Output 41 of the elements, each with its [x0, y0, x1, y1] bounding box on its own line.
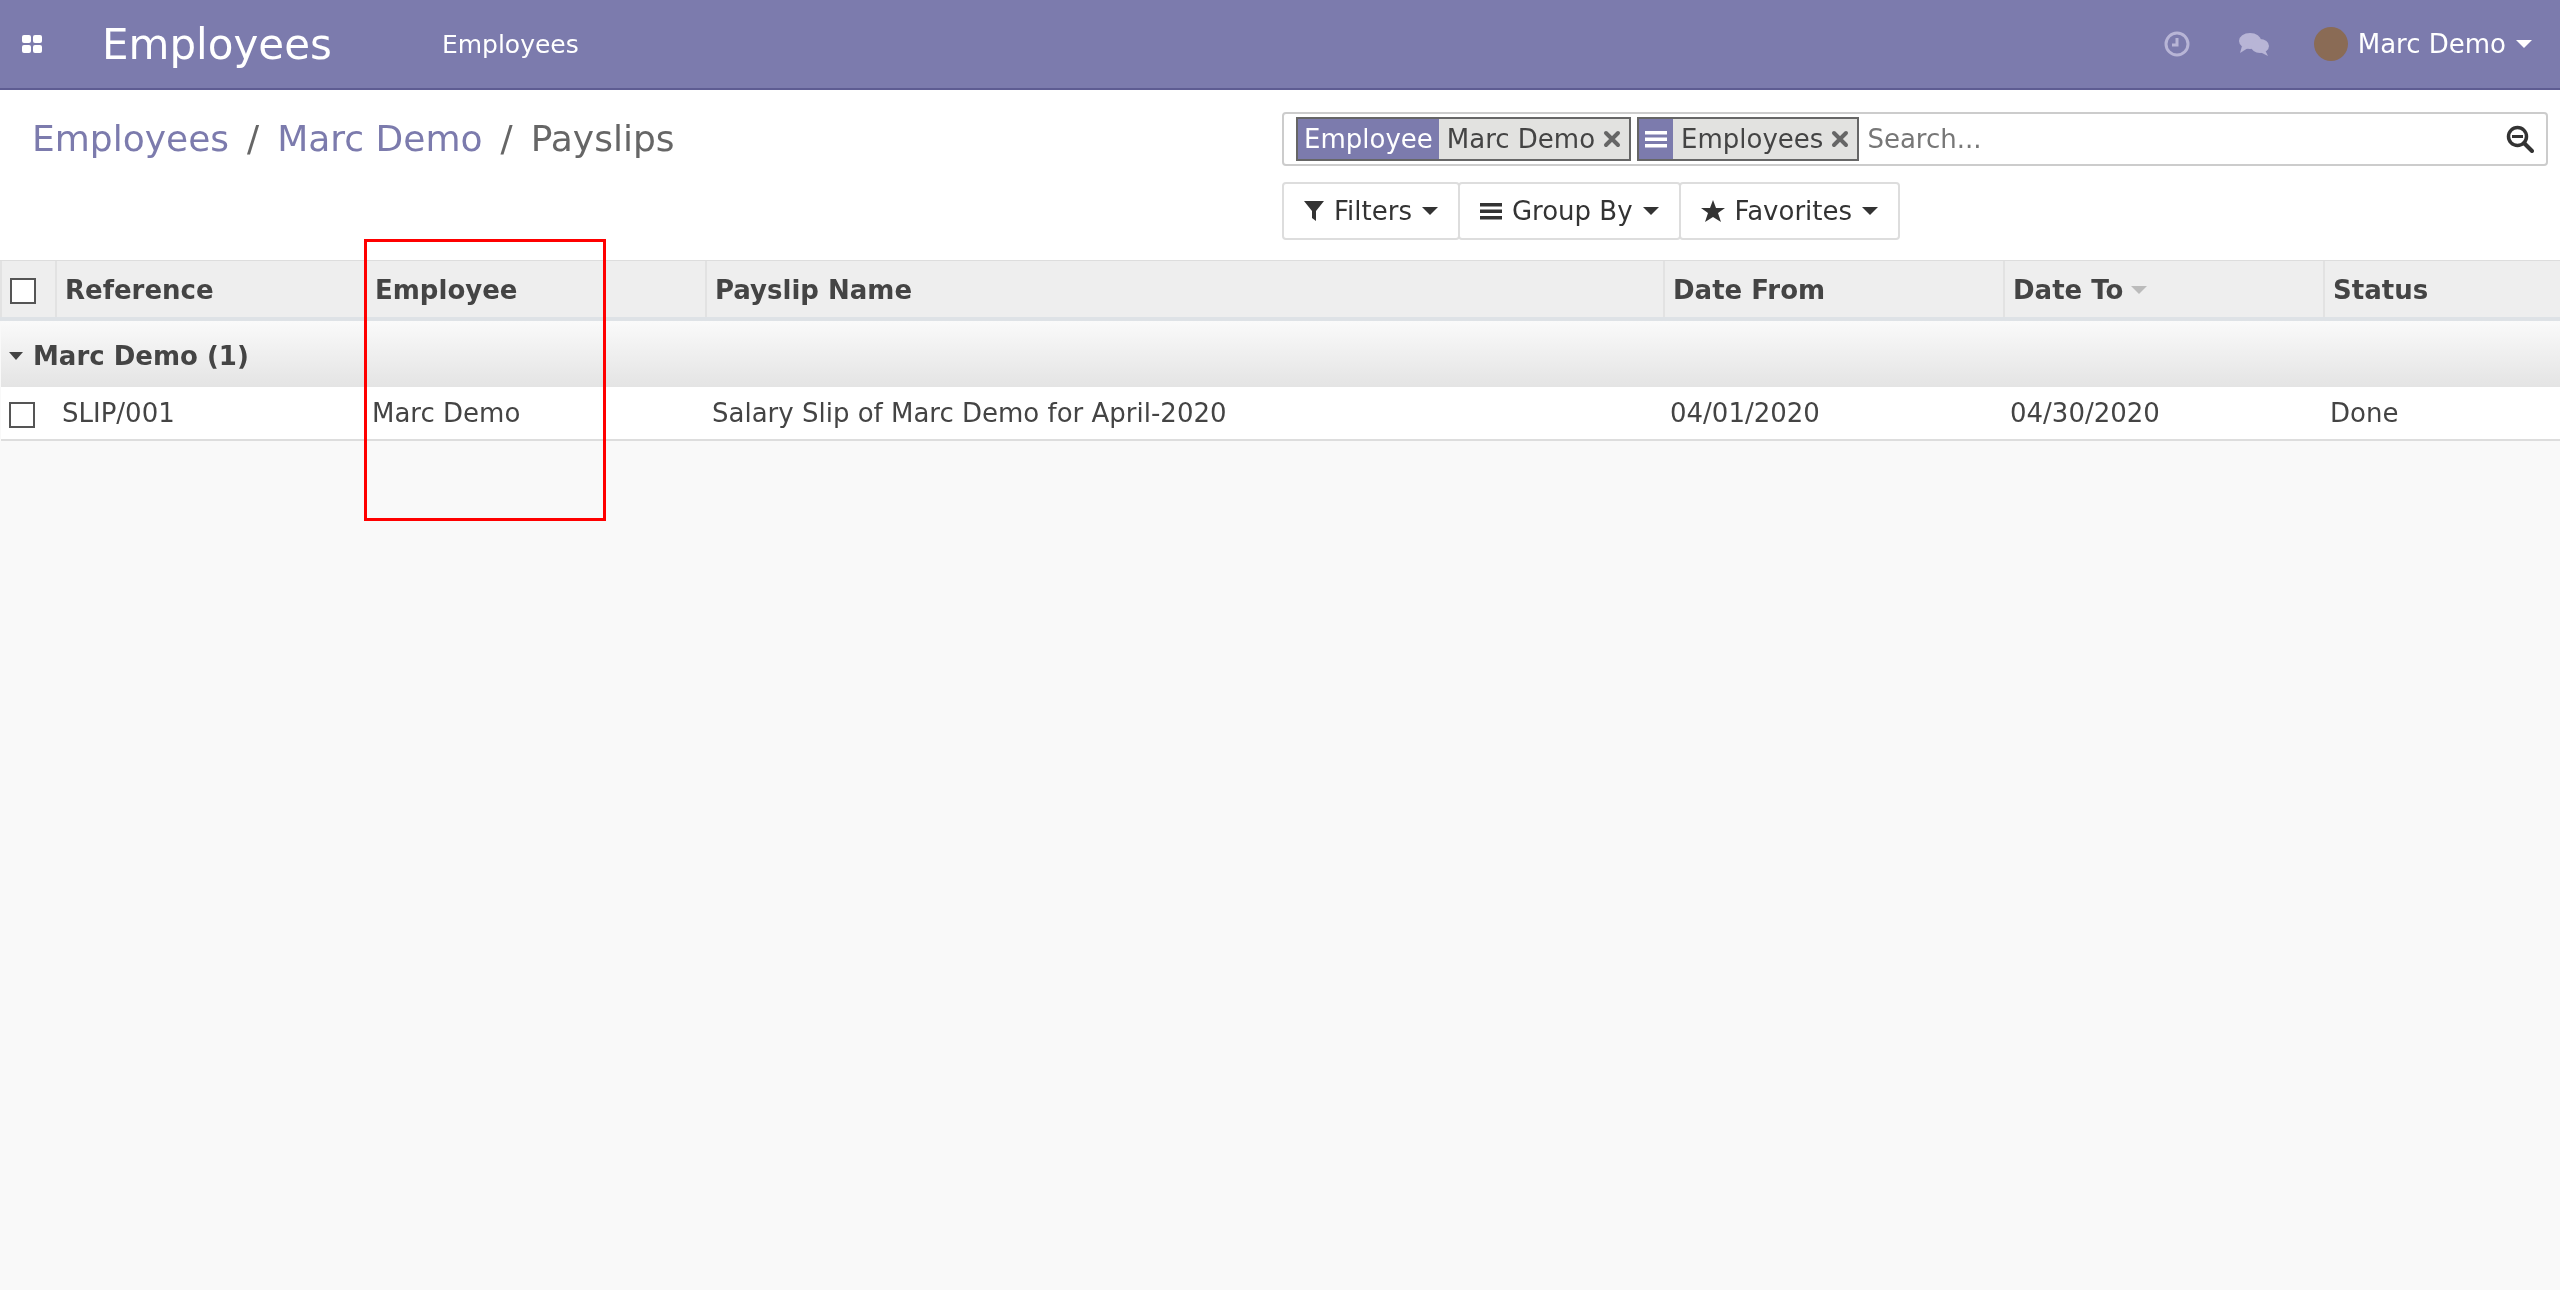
breadcrumb-current: Payslips	[530, 118, 675, 159]
sort-caret-icon	[2131, 284, 2148, 295]
table-cell: SLIP/001	[62, 398, 175, 428]
group-by-button[interactable]: Group By	[1457, 182, 1681, 240]
app-title: Employees	[102, 19, 332, 69]
table-cell: Salary Slip of Marc Demo for April-2020	[712, 398, 1227, 428]
breadcrumb-separator: /	[247, 118, 260, 159]
column-header[interactable]: Date To	[2013, 274, 2124, 305]
filter-icon	[1304, 200, 1324, 222]
caret-icon	[1862, 206, 1879, 216]
table-cell: Done	[2330, 398, 2399, 428]
clock-icon	[2163, 31, 2190, 57]
chat-icon	[2237, 31, 2270, 57]
filters-button[interactable]: Filters	[1282, 182, 1460, 240]
breadcrumb-link[interactable]: Employees	[32, 118, 230, 159]
caret-icon	[1642, 206, 1659, 216]
facet-value: Marc Demo	[1445, 123, 1597, 156]
table-cell: Marc Demo	[372, 398, 521, 428]
star-icon	[1700, 200, 1725, 222]
close-icon[interactable]	[1603, 130, 1622, 148]
user-menu-button[interactable]: Marc Demo	[2313, 27, 2532, 61]
favorites-button[interactable]: Favorites	[1678, 182, 1901, 240]
list-icon	[1645, 129, 1668, 149]
user-avatar	[2313, 27, 2348, 61]
close-icon[interactable]	[1831, 130, 1850, 148]
caret-icon	[2516, 39, 2532, 49]
table-cell: 04/01/2020	[1670, 398, 1820, 428]
breadcrumb-separator: /	[500, 118, 513, 159]
facet-label: Employee	[1298, 119, 1439, 159]
column-header[interactable]: Payslip Name	[715, 274, 913, 305]
row-checkbox[interactable]	[9, 401, 35, 428]
caret-icon	[1421, 206, 1438, 216]
search-icon	[2506, 125, 2534, 153]
apps-icon	[22, 34, 42, 54]
search-bar[interactable]: Employee Marc Demo Employees Search...	[1282, 112, 2548, 166]
breadcrumb-link[interactable]: Marc Demo	[277, 118, 483, 159]
list-icon	[1479, 201, 1502, 221]
table-cell: 04/30/2020	[2010, 398, 2160, 428]
select-all-checkbox[interactable]	[10, 277, 36, 304]
facet-value: Employees	[1680, 123, 1825, 156]
nav-menu-link[interactable]: Employees	[441, 29, 579, 59]
